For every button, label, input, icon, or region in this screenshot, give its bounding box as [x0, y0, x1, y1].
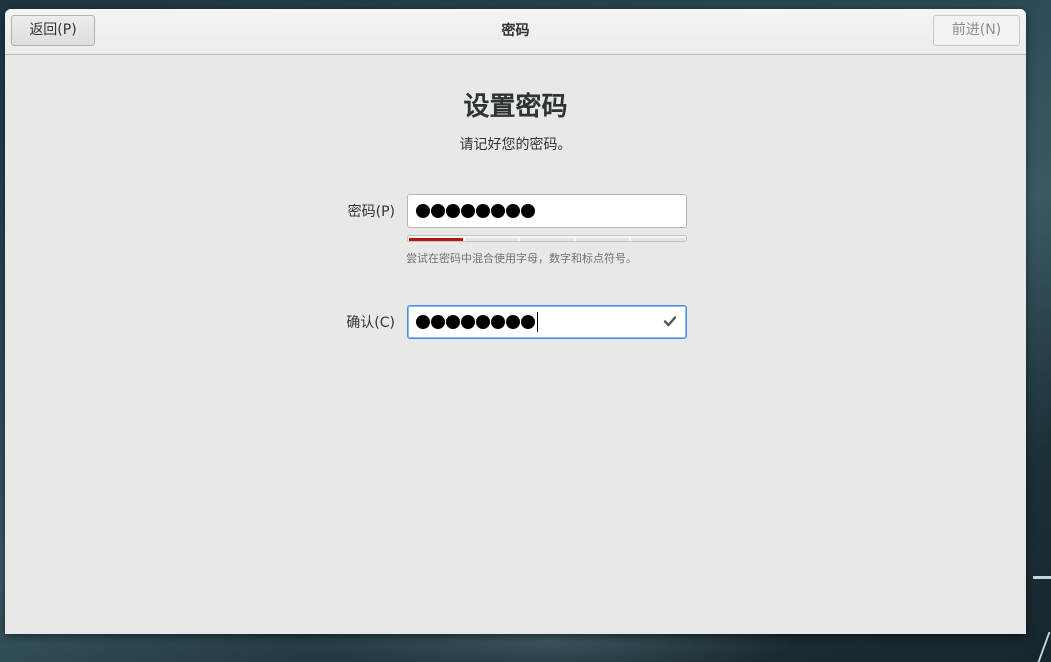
mask-dot [506, 204, 520, 218]
strength-segment [464, 238, 519, 241]
strength-segment [631, 238, 685, 241]
mask-dot [446, 315, 460, 329]
mask-dot [491, 315, 505, 329]
next-button[interactable]: 前进(N) [933, 15, 1020, 46]
mask-dot [491, 204, 505, 218]
strength-segment [575, 238, 630, 241]
text-cursor [537, 312, 538, 332]
mask-dot [461, 204, 475, 218]
password-label: 密码(P) [347, 204, 395, 220]
mask-dot [506, 315, 520, 329]
mask-dot [416, 315, 430, 329]
mask-dot [431, 315, 445, 329]
strength-segment [409, 238, 463, 241]
desktop-decoration [1033, 576, 1051, 579]
password-strength-meter [407, 235, 687, 242]
desktop-decoration-slash [1037, 632, 1051, 662]
page-heading: 设置密码 [463, 92, 568, 122]
password-masked-value [416, 201, 536, 221]
password-hint: 尝试在密码中混合使用字母，数字和标点符号。 [406, 252, 637, 265]
confirm-label: 确认(C) [346, 315, 395, 331]
setup-window: 返回(P) 密码 前进(N) 设置密码 请记好您的密码。 密码(P) 尝试在密码… [5, 9, 1026, 634]
mask-dot [446, 204, 460, 218]
strength-segment [520, 238, 574, 241]
mask-dot [416, 204, 430, 218]
password-page: 设置密码 请记好您的密码。 密码(P) 尝试在密码中混合使用字母，数字和标点符号… [5, 55, 1026, 634]
header-bar: 返回(P) 密码 前进(N) [5, 9, 1026, 55]
confirm-password-input[interactable] [407, 305, 687, 339]
mask-dot [521, 315, 535, 329]
password-input[interactable] [407, 194, 687, 228]
mask-dot [431, 204, 445, 218]
check-icon [663, 316, 677, 327]
mask-dot [461, 315, 475, 329]
page-subtitle: 请记好您的密码。 [459, 137, 572, 153]
mask-dot [476, 204, 490, 218]
mask-dot [521, 204, 535, 218]
mask-dot [476, 315, 490, 329]
confirm-masked-value [416, 312, 538, 332]
window-title: 密码 [501, 23, 530, 39]
